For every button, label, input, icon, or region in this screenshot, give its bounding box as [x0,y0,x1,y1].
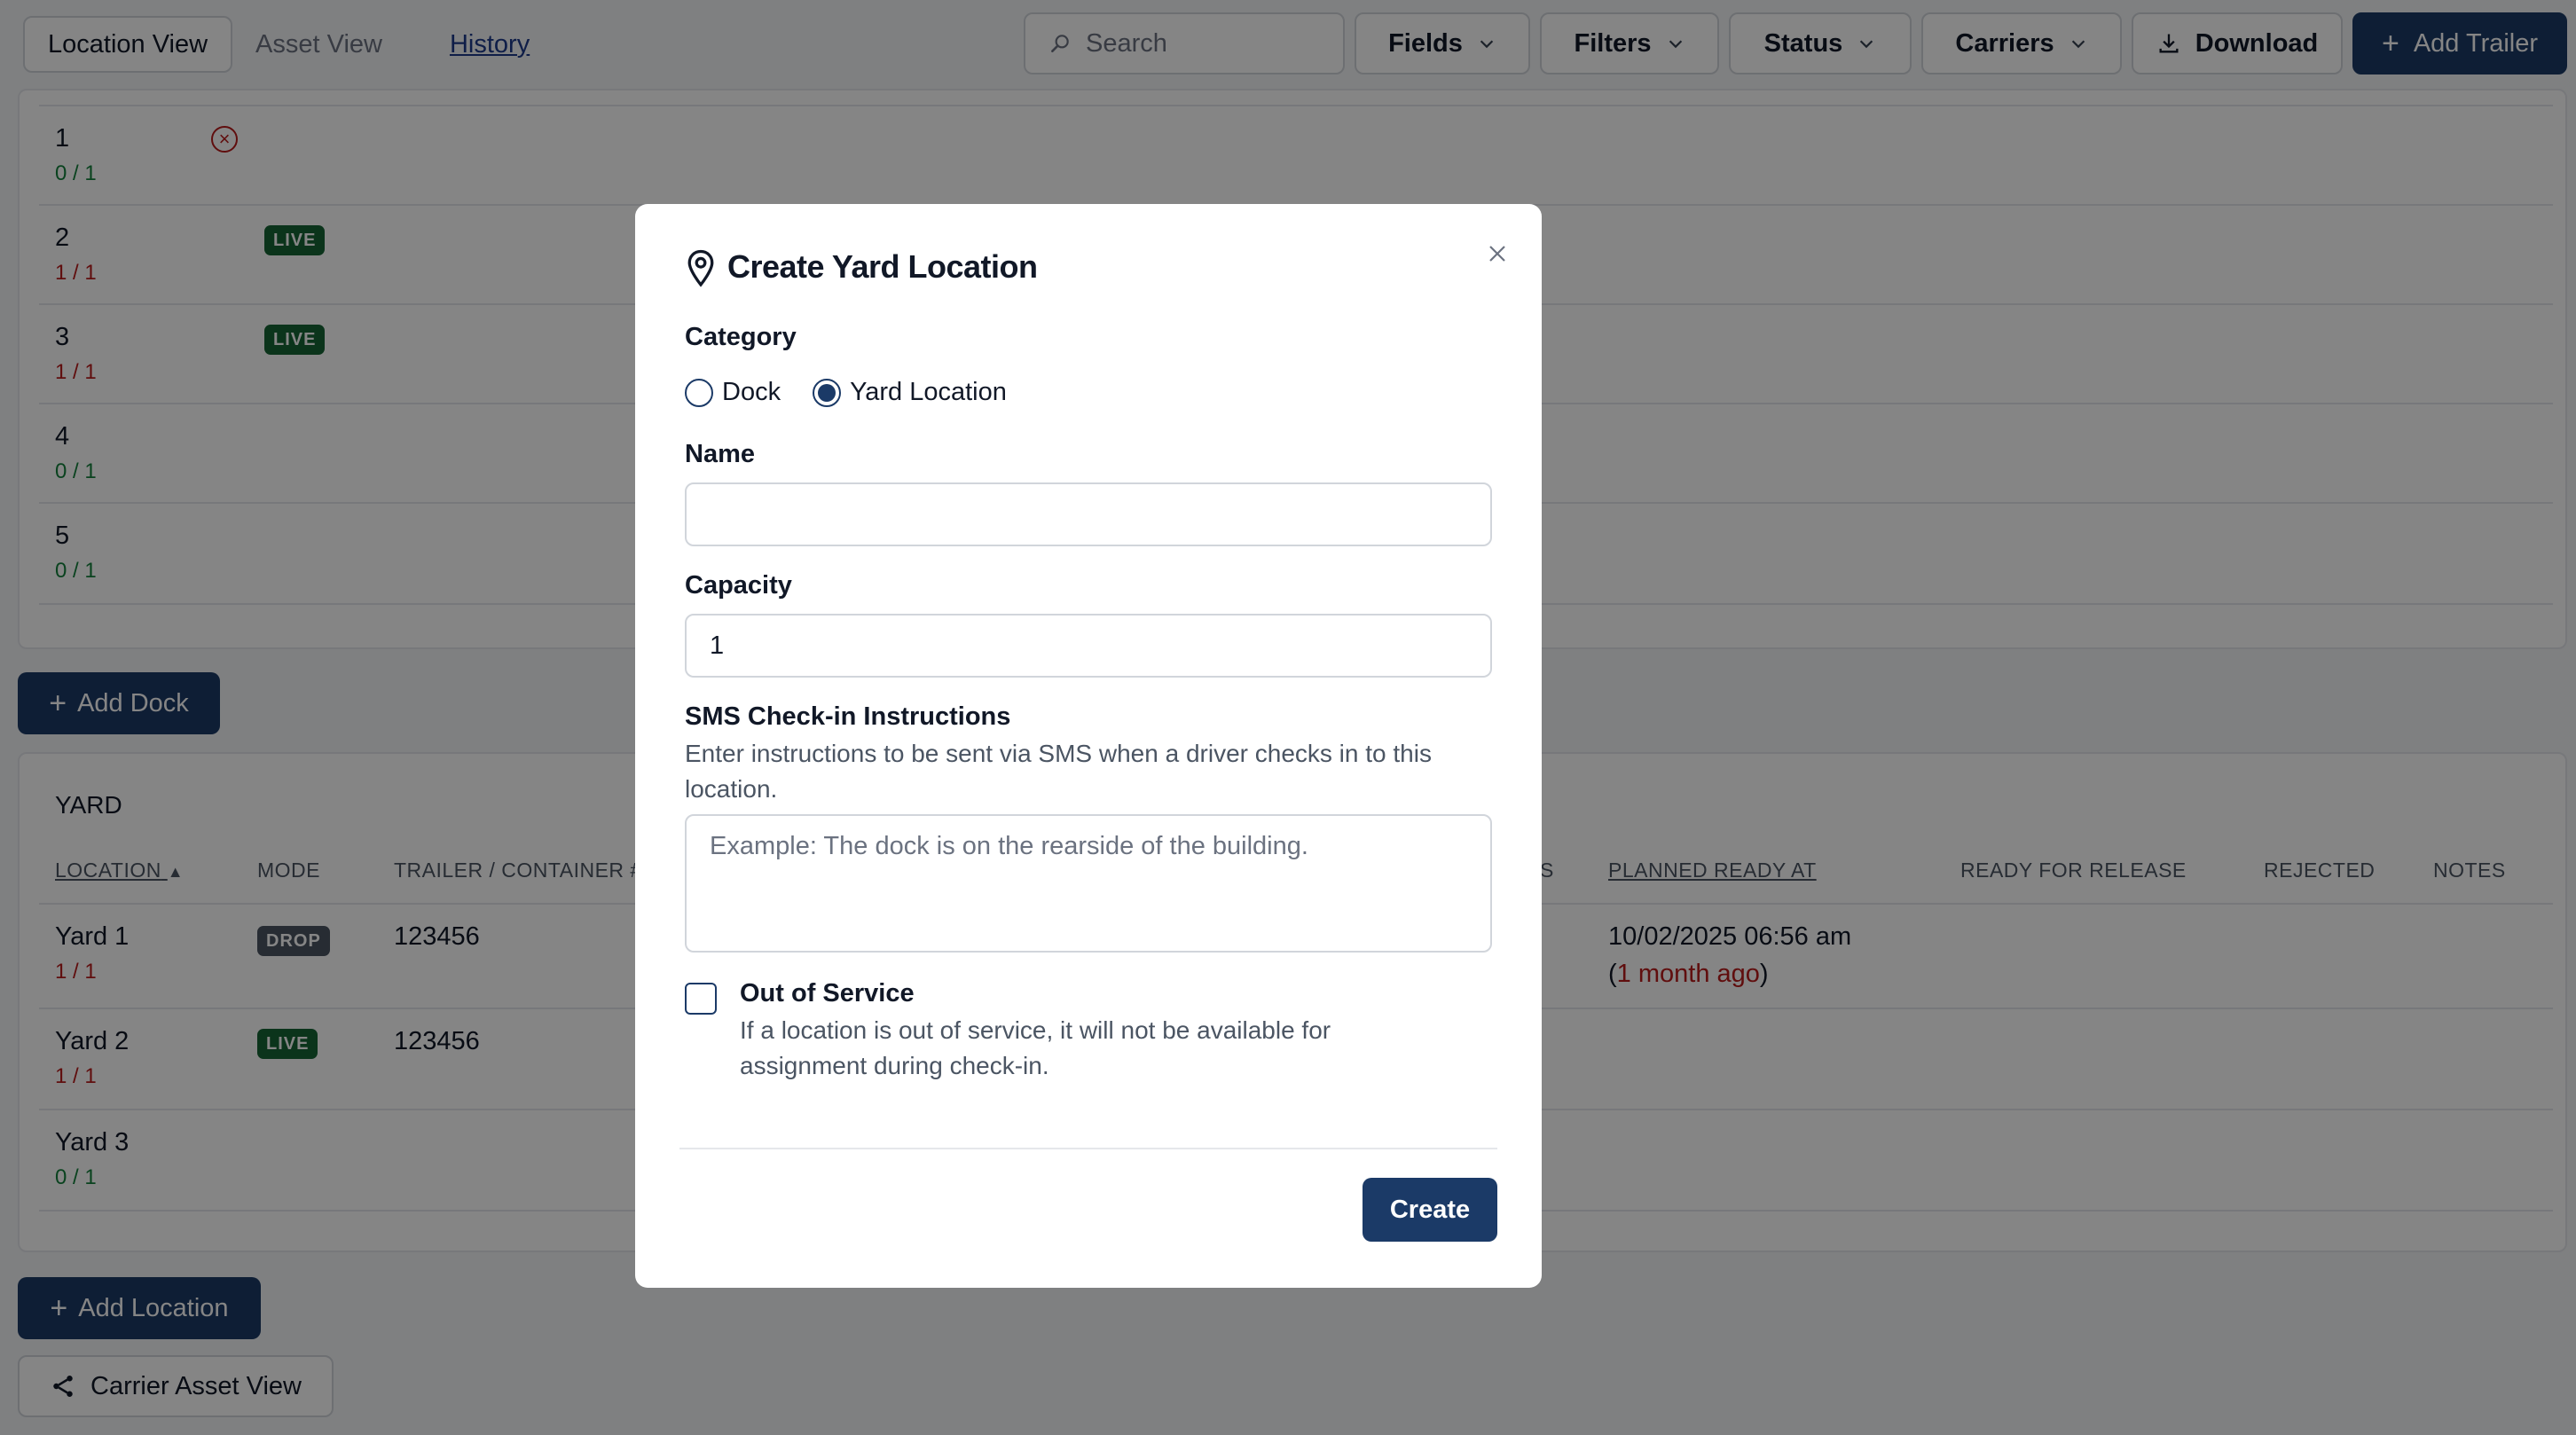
radio-dock-label[interactable]: Dock [722,378,781,407]
out-of-service-help: If a location is out of service, it will… [740,1016,1331,1079]
create-yard-location-modal: Create Yard Location Category Dock Yard … [635,204,1542,1288]
sms-instructions-help: Enter instructions to be sent via SMS wh… [685,740,1432,803]
radio-yard-location[interactable] [813,378,842,407]
capacity-field[interactable] [685,614,1492,678]
page: Location View Asset View History Search … [0,0,2576,1435]
modal-title: Create Yard Location [727,248,1038,285]
sms-instructions-label: SMS Check-in Instructions [685,702,1011,731]
modal-divider [679,1148,1497,1149]
out-of-service-label[interactable]: Out of Service [740,979,915,1008]
capacity-label: Capacity [685,571,792,600]
radio-yard-location-label[interactable]: Yard Location [850,378,1007,407]
category-radio-group: Dock Yard Location [685,378,1007,407]
sms-instructions-field[interactable] [685,814,1492,953]
create-button[interactable]: Create [1363,1178,1497,1242]
close-icon[interactable] [1480,236,1515,271]
out-of-service-checkbox[interactable] [685,983,717,1015]
map-pin-icon [687,249,714,287]
category-label: Category [685,323,797,351]
radio-dock[interactable] [685,378,713,407]
name-label: Name [685,440,755,468]
name-field[interactable] [685,482,1492,546]
